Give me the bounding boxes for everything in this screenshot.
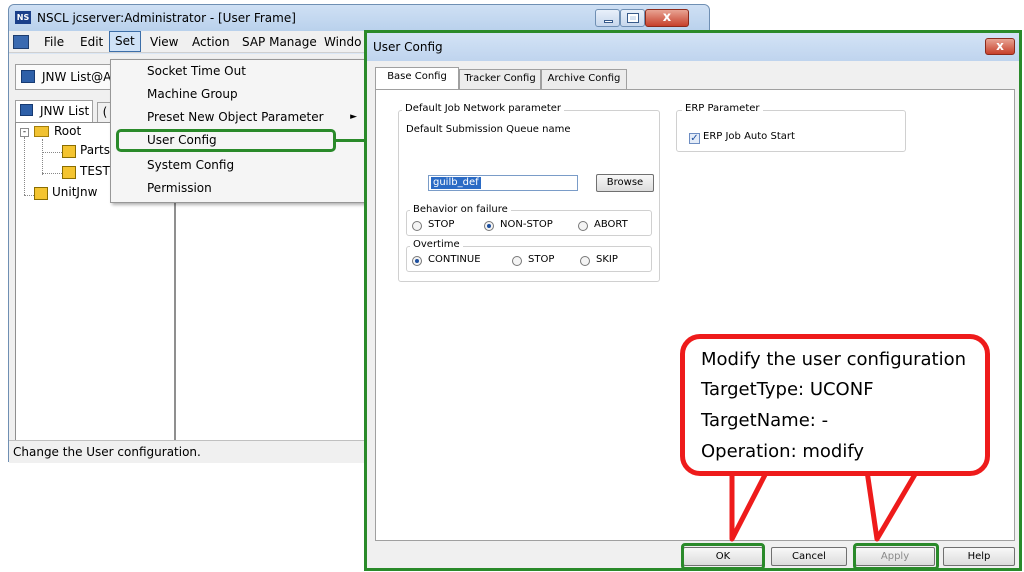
callout-line-1: Modify the user configuration [701, 349, 967, 370]
tree-line [42, 152, 62, 153]
menu-set[interactable]: Set [109, 31, 141, 52]
tree-line [42, 173, 62, 174]
tab-strip: JNW List ( [15, 100, 115, 122]
dialog-titlebar[interactable]: User Config x [367, 33, 1019, 61]
close-icon: x [662, 10, 672, 25]
apply-highlight [853, 543, 939, 570]
minimize-icon [604, 20, 613, 23]
cancel-button[interactable]: Cancel [771, 547, 847, 566]
menu-item-machine-group[interactable]: Machine Group [111, 83, 365, 106]
tab-jnw-list[interactable]: JNW List [15, 100, 93, 122]
collapse-icon[interactable]: - [20, 128, 29, 137]
tree-line [42, 139, 43, 175]
menu-item-preset-label: Preset New Object Parameter [147, 110, 324, 124]
radio-overtime-stop[interactable] [512, 256, 522, 266]
overtime-title: Overtime [410, 239, 463, 250]
menu-icon[interactable] [13, 35, 29, 49]
tab-archive-config[interactable]: Archive Config [541, 69, 627, 89]
radio-overtime-skip-label: SKIP [596, 254, 618, 265]
queue-name-label: Default Submission Queue name [406, 124, 571, 135]
tree-node-test[interactable]: TEST [80, 164, 110, 178]
help-button[interactable]: Help [943, 547, 1015, 566]
tree-line [24, 137, 25, 195]
erp-job-auto-start-checkbox[interactable]: ✓ [689, 133, 700, 144]
tab-jnw-list-label: JNW List [40, 104, 90, 118]
dialog-title: User Config [373, 40, 443, 54]
maximize-button[interactable] [620, 9, 645, 27]
ok-highlight [681, 543, 765, 570]
submenu-arrow-icon: ► [350, 112, 357, 122]
app-icon: NS [15, 11, 31, 24]
network-icon [21, 70, 35, 83]
behavior-on-failure-title: Behavior on failure [410, 204, 511, 215]
jnw-list-toolbar-label: JNW List@A [42, 70, 112, 84]
jobnetwork-icon [34, 187, 48, 200]
maximize-icon [627, 13, 639, 23]
menu-view[interactable]: View [145, 31, 183, 53]
tree-node-root[interactable]: Root [54, 124, 81, 138]
callout-line-2: TargetType: UCONF [701, 379, 874, 400]
menu-edit[interactable]: Edit [75, 31, 108, 53]
menu-sap-manage[interactable]: SAP Manage [237, 31, 322, 53]
radio-overtime-stop-label: STOP [528, 254, 555, 265]
menu-item-preset-new-object-parameter[interactable]: Preset New Object Parameter ► [111, 106, 365, 129]
user-config-highlight [116, 129, 336, 152]
close-icon: x [996, 39, 1004, 53]
callout-line-3: TargetName: - [701, 410, 829, 431]
radio-overtime-continue[interactable] [412, 256, 422, 266]
main-titlebar[interactable]: NS NSCL jcserver:Administrator - [User F… [9, 5, 709, 31]
menu-item-socket-time-out[interactable]: Socket Time Out [111, 60, 365, 83]
minimize-button[interactable] [595, 9, 620, 27]
radio-behavior-non-stop[interactable] [484, 221, 494, 231]
radio-behavior-stop-label: STOP [428, 219, 455, 230]
default-job-network-title: Default Job Network parameter [402, 103, 565, 114]
folder-icon [34, 126, 49, 137]
queue-name-input[interactable]: guilb_def [428, 175, 578, 191]
radio-overtime-continue-label: CONTINUE [428, 254, 481, 265]
jobnetwork-icon [62, 145, 76, 158]
dialog-close-button[interactable]: x [985, 38, 1015, 55]
radio-overtime-skip[interactable] [580, 256, 590, 266]
callout-pointer [722, 465, 932, 542]
tree-node-parts[interactable]: Parts [80, 143, 110, 157]
menu-item-system-config[interactable]: System Config [111, 154, 365, 177]
erp-job-auto-start-label: ERP Job Auto Start [703, 131, 795, 142]
radio-behavior-stop[interactable] [412, 221, 422, 231]
menu-window[interactable]: Windo [319, 31, 367, 53]
jobnetwork-icon [62, 166, 76, 179]
browse-button[interactable]: Browse [596, 174, 654, 192]
radio-behavior-abort-label: ABORT [594, 219, 628, 230]
tab-tracker-config[interactable]: Tracker Config [459, 69, 541, 89]
erp-parameter-group: ✓ ERP Job Auto Start [676, 110, 906, 152]
network-icon [20, 104, 33, 116]
menu-item-permission[interactable]: Permission [111, 177, 365, 200]
menu-file[interactable]: File [39, 31, 69, 53]
queue-name-value: guilb_def [431, 177, 481, 189]
status-text: Change the User configuration. [13, 445, 201, 459]
tab-base-config[interactable]: Base Config [375, 67, 459, 90]
jnw-list-toolbar-button[interactable]: JNW List@A [15, 64, 115, 90]
callout-line-4: Operation: modify [701, 441, 865, 462]
menu-action[interactable]: Action [187, 31, 235, 53]
radio-behavior-non-stop-label: NON-STOP [500, 219, 553, 230]
window-title: NSCL jcserver:Administrator - [User Fram… [37, 11, 296, 25]
annotation-callout: Modify the user configuration TargetType… [680, 334, 990, 476]
tree-node-unitjnw[interactable]: UnitJnw [52, 185, 97, 199]
radio-behavior-abort[interactable] [578, 221, 588, 231]
close-button[interactable]: x [645, 9, 689, 27]
erp-parameter-title: ERP Parameter [682, 103, 763, 114]
